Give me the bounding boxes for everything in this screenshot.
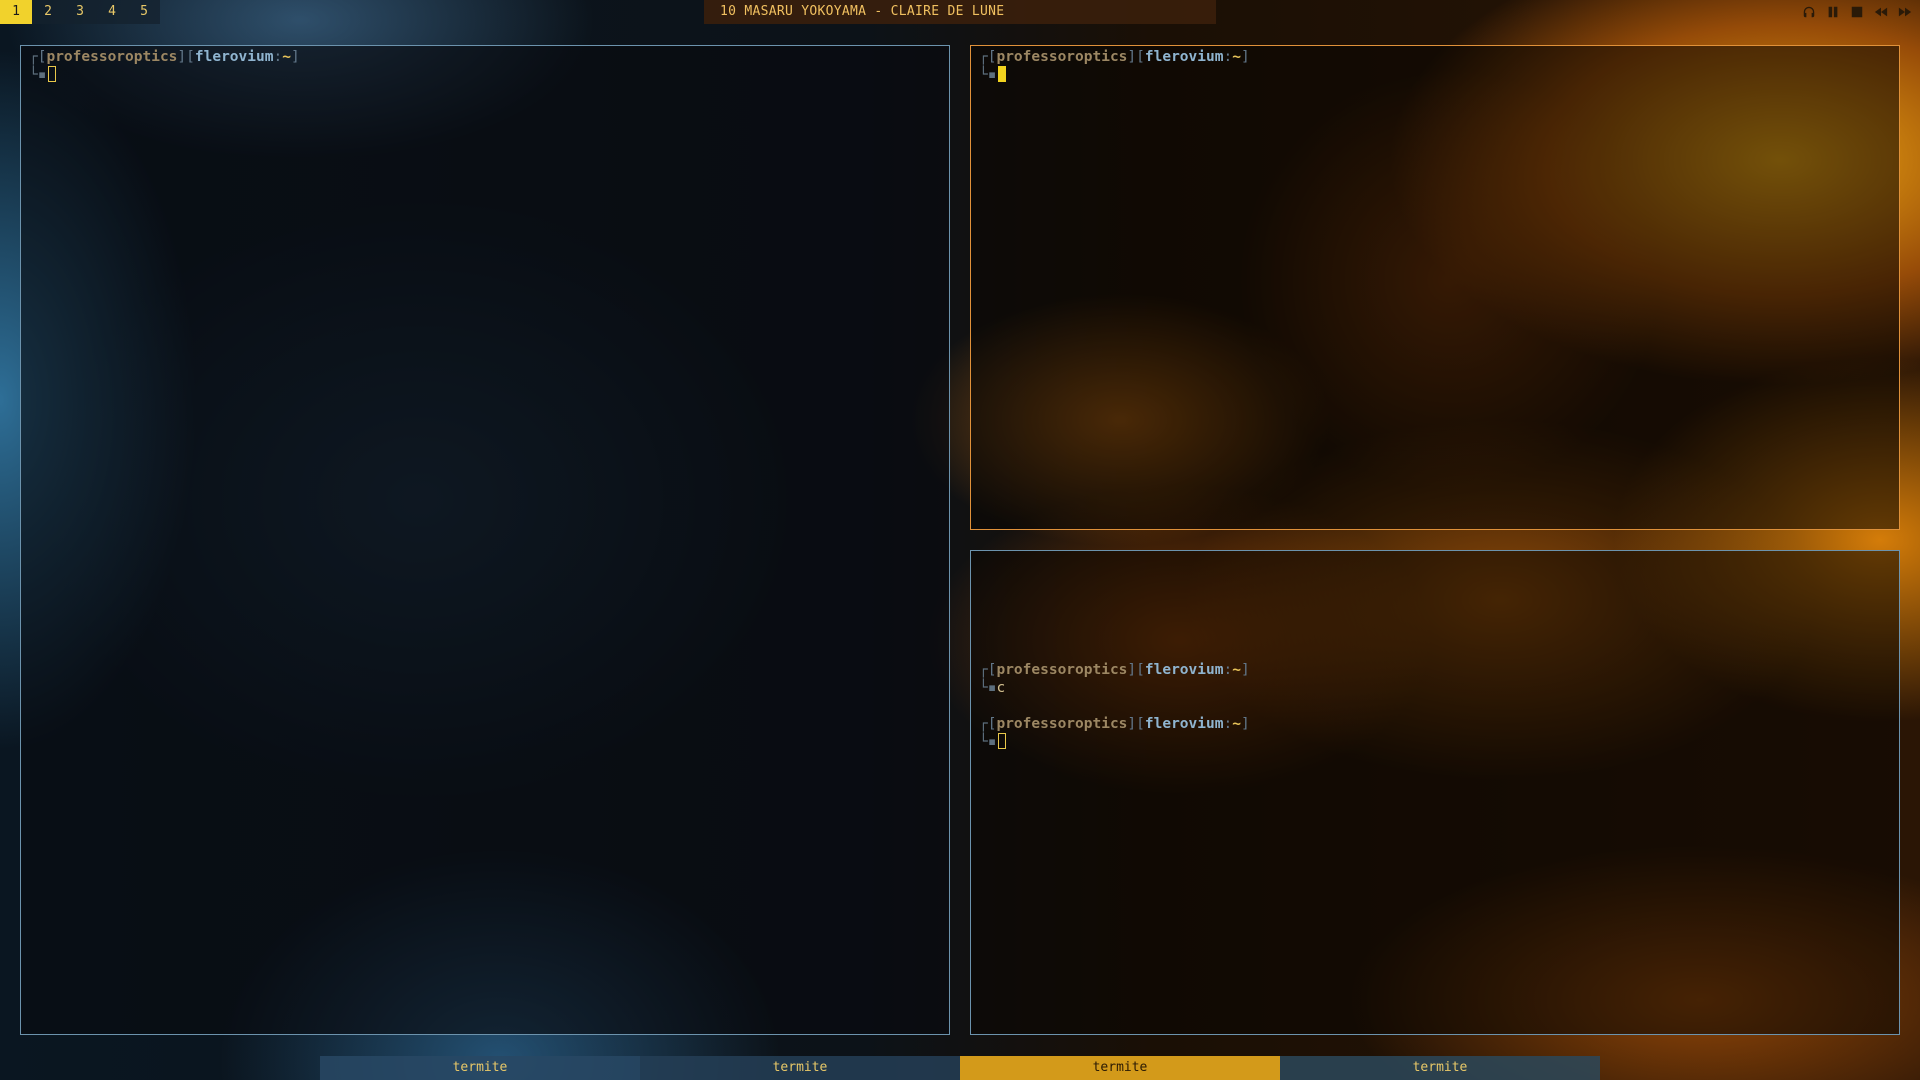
window-tab-bar: termite termite termite termite (320, 1056, 1600, 1080)
window-tab[interactable]: termite (320, 1056, 640, 1080)
prompt-host: flerovium (1144, 716, 1224, 732)
shell-prompt: ┌[professoroptics][flerovium:~] (979, 662, 1250, 678)
prompt-path: ~ (1232, 662, 1241, 678)
terminal-cursor (998, 66, 1007, 82)
command-history-line: └▪c (979, 680, 1006, 696)
desktop: 1 2 3 4 5 10 MASARU YOKOYAMA - CLAIRE DE… (0, 0, 1920, 1080)
command-input-line[interactable]: └▪ (979, 733, 1007, 751)
prompt-user: professoroptics (996, 49, 1128, 65)
prompt-path: ~ (282, 49, 291, 65)
shell-prompt: ┌[professoroptics][flerovium:~] (29, 49, 300, 65)
next-icon[interactable] (1896, 3, 1914, 21)
prompt-path: ~ (1232, 49, 1241, 65)
top-status-bar: 1 2 3 4 5 10 MASARU YOKOYAMA - CLAIRE DE… (0, 0, 1920, 24)
now-playing-title: 10 MASARU YOKOYAMA - CLAIRE DE LUNE (704, 0, 1216, 24)
workspace-1[interactable]: 1 (0, 0, 32, 24)
previous-icon[interactable] (1872, 3, 1890, 21)
terminal-cursor (48, 66, 57, 82)
terminal-window-left[interactable]: ┌[professoroptics][flerovium:~] └▪ (20, 45, 950, 1035)
terminal-window-top-right[interactable]: ┌[professoroptics][flerovium:~] └▪ (970, 45, 1900, 530)
prompt-host: flerovium (1144, 662, 1224, 678)
prompt-user: professoroptics (996, 662, 1128, 678)
prompt-user: professoroptics (46, 49, 178, 65)
media-controls (1800, 0, 1914, 24)
shell-prompt: ┌[professoroptics][flerovium:~] (979, 716, 1250, 732)
shell-prompt: ┌[professoroptics][flerovium:~] (979, 49, 1250, 65)
stop-icon[interactable] (1848, 3, 1866, 21)
prompt-path: ~ (1232, 716, 1241, 732)
pause-icon[interactable] (1824, 3, 1842, 21)
window-tab[interactable]: termite (1280, 1056, 1600, 1080)
terminal-window-bottom-right[interactable]: ┌[professoroptics][flerovium:~] └▪c ┌[pr… (970, 550, 1900, 1035)
workspace-3[interactable]: 3 (64, 0, 96, 24)
workspace-4[interactable]: 4 (96, 0, 128, 24)
window-tab-active[interactable]: termite (960, 1056, 1280, 1080)
workspace-switcher: 1 2 3 4 5 (0, 0, 160, 24)
prompt-user: professoroptics (996, 716, 1128, 732)
prompt-host: flerovium (1144, 49, 1224, 65)
entered-command: c (996, 680, 1006, 696)
headphones-icon[interactable] (1800, 3, 1818, 21)
terminal-cursor (998, 733, 1007, 749)
workspace-5[interactable]: 5 (128, 0, 160, 24)
command-input-line[interactable]: └▪ (29, 66, 57, 84)
command-input-line[interactable]: └▪ (979, 66, 1007, 84)
workspace-2[interactable]: 2 (32, 0, 64, 24)
window-tab[interactable]: termite (640, 1056, 960, 1080)
prompt-host: flerovium (194, 49, 274, 65)
